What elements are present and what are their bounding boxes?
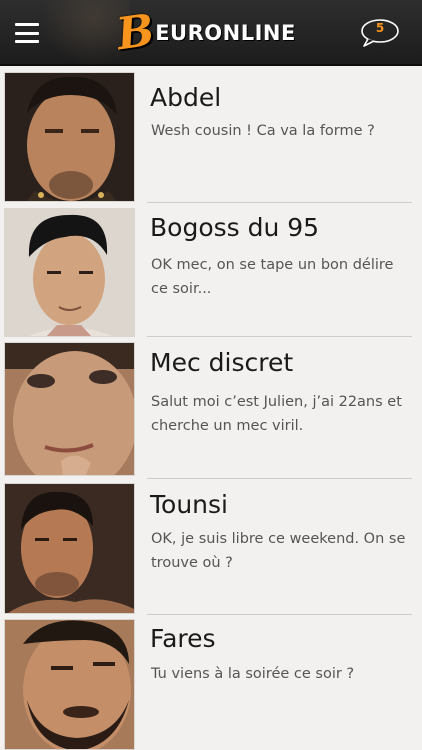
menu-icon[interactable] bbox=[12, 19, 42, 47]
conversation-item[interactable]: Abdel Wesh cousin ! Ca va la forme ? bbox=[0, 66, 422, 203]
messages-button[interactable]: 5 bbox=[360, 18, 400, 48]
unread-count-badge: 5 bbox=[375, 21, 385, 35]
logo-text: EURONLINE bbox=[155, 21, 296, 45]
contact-name: Fares bbox=[150, 624, 216, 653]
contact-name: Abdel bbox=[150, 83, 222, 112]
message-preview: Wesh cousin ! Ca va la forme ? bbox=[151, 123, 375, 139]
message-preview: OK, je suis libre ce weekend. On se trou… bbox=[151, 531, 406, 571]
app-logo: B EURONLINE bbox=[113, 4, 296, 61]
logo-initial: B bbox=[113, 4, 158, 61]
contact-name: Tounsi bbox=[150, 490, 228, 519]
avatar bbox=[4, 342, 135, 476]
avatar bbox=[4, 208, 135, 337]
conversation-item[interactable]: Tounsi OK, je suis libre ce weekend. On … bbox=[0, 478, 422, 615]
avatar bbox=[4, 619, 135, 750]
avatar bbox=[4, 72, 135, 202]
top-bar: B EURONLINE 5 bbox=[0, 0, 422, 66]
avatar bbox=[4, 483, 135, 614]
contact-name: Mec discret bbox=[150, 348, 294, 377]
message-preview: Salut moi c’est Julien, j’ai 22ans et ch… bbox=[151, 394, 402, 434]
message-preview: Tu viens à la soirée ce soir ? bbox=[151, 666, 355, 682]
conversation-item[interactable]: Bogoss du 95 OK mec, on se tape un bon d… bbox=[0, 203, 422, 337]
message-preview: OK mec, on se tape un bon délire ce soir… bbox=[151, 257, 394, 297]
conversation-item[interactable]: Fares Tu viens à la soirée ce soir ? bbox=[0, 614, 422, 750]
conversation-item[interactable]: Mec discret Salut moi c’est Julien, j’ai… bbox=[0, 337, 422, 479]
contact-name: Bogoss du 95 bbox=[150, 213, 320, 242]
